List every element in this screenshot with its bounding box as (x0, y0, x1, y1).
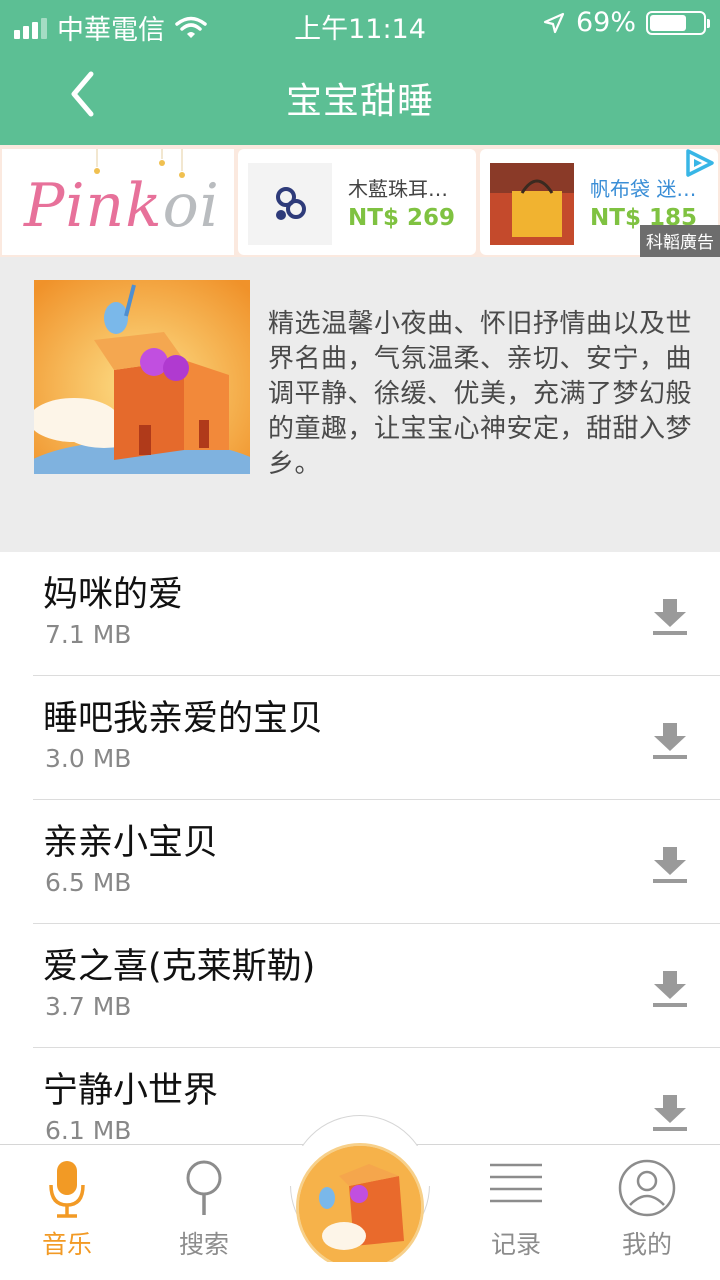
tab-label: 记录 (490, 1230, 541, 1259)
tab-label: 搜索 (178, 1230, 229, 1259)
tab-search[interactable]: 搜索 (149, 1145, 259, 1265)
ad-brand-logo: Pinkoi (24, 171, 220, 241)
tab-label: 我的 (621, 1230, 672, 1259)
song-size: 7.1 MB (45, 620, 132, 649)
song-row[interactable]: 爱之喜(克莱斯勒) 3.7 MB (0, 924, 720, 1048)
ad-banner[interactable]: Pinkoi 木藍珠耳… NT$ 269 帆布袋 迷… NT$ 185 科韜廣告 (0, 145, 720, 257)
bag-product-image (490, 163, 574, 245)
battery-percent: 69% (575, 7, 636, 38)
location-icon (543, 12, 565, 33)
status-bar: 中華電信 上午11:14 69% (0, 0, 720, 50)
now-playing-disc[interactable] (296, 1143, 424, 1271)
ad-brand-card[interactable]: Pinkoi (2, 149, 234, 255)
song-size: 3.0 MB (45, 744, 132, 773)
song-title: 宁静小世界 (43, 1071, 219, 1111)
download-icon[interactable] (651, 597, 689, 637)
battery-icon (646, 10, 710, 35)
now-playing-cover-image (299, 1146, 421, 1268)
tab-mine[interactable]: 我的 (592, 1145, 702, 1265)
home-indicator-area (0, 1262, 720, 1280)
song-size: 6.5 MB (45, 868, 132, 897)
tab-music[interactable]: 音乐 (12, 1145, 122, 1265)
song-row[interactable]: 妈咪的爱 7.1 MB (0, 552, 720, 676)
tab-bar: 音乐 搜索 记录 我的 (0, 1115, 720, 1280)
top-bar: 中華電信 上午11:14 69% 宝宝甜睡 (0, 0, 720, 145)
ad-product-card[interactable]: 木藍珠耳… NT$ 269 (238, 149, 476, 255)
page-title: 宝宝甜睡 (285, 81, 434, 122)
tab-label: 音乐 (41, 1230, 92, 1259)
song-title: 妈咪的爱 (43, 575, 184, 615)
album-description: 精选温馨小夜曲、怀旧抒情曲以及世界名曲，气氛温柔、亲切、安宁，曲调平静、徐缓、优… (268, 309, 693, 479)
download-icon[interactable] (651, 969, 689, 1009)
ad-product-name: 帆布袋 迷… (590, 177, 697, 201)
nav-bar: 宝宝甜睡 (0, 50, 720, 145)
search-icon (186, 1160, 222, 1215)
download-icon[interactable] (651, 721, 689, 761)
song-row[interactable]: 亲亲小宝贝 6.5 MB (0, 800, 720, 924)
download-icon[interactable] (651, 845, 689, 885)
list-icon (490, 1163, 542, 1203)
album-cover-image (34, 280, 250, 474)
song-title: 睡吧我亲爱的宝贝 (43, 699, 324, 739)
earring-product-image (248, 163, 332, 245)
ad-product-name: 木藍珠耳… (348, 177, 448, 201)
ad-choices-icon[interactable] (682, 148, 716, 178)
song-list: 妈咪的爱 7.1 MB 睡吧我亲爱的宝贝 3.0 MB 亲亲小宝贝 6.5 MB… (0, 552, 720, 1144)
song-title: 爱之喜(克莱斯勒) (43, 947, 316, 987)
user-icon (618, 1159, 676, 1217)
album-header: 精选温馨小夜曲、怀旧抒情曲以及世界名曲，气氛温柔、亲切、安宁，曲调平静、徐缓、优… (0, 257, 720, 552)
song-title: 亲亲小宝贝 (43, 823, 219, 863)
microphone-icon (49, 1161, 85, 1218)
ad-product-price: NT$ 269 (348, 205, 455, 231)
tab-history[interactable]: 记录 (461, 1145, 571, 1265)
song-size: 6.1 MB (45, 1116, 132, 1144)
song-size: 3.7 MB (45, 992, 132, 1021)
ad-label: 科韜廣告 (640, 225, 720, 257)
download-icon[interactable] (651, 1093, 689, 1133)
song-row[interactable]: 睡吧我亲爱的宝贝 3.0 MB (0, 676, 720, 800)
